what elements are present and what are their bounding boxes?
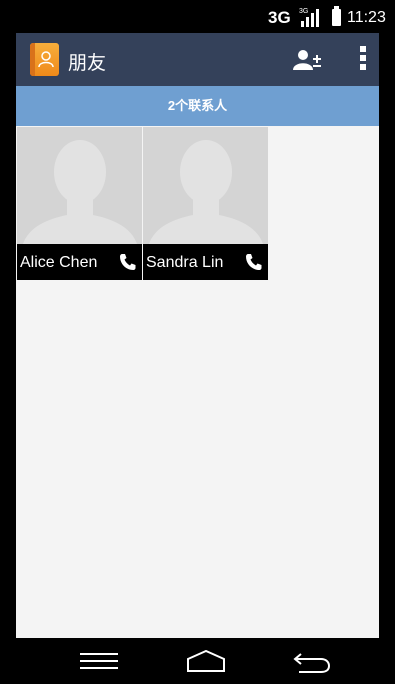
contact-card[interactable]: Sandra Lin [143, 127, 268, 280]
contact-photo [143, 127, 268, 244]
contacts-grid: 2个联系人 Alice Chen Sandra Lin [16, 86, 379, 638]
action-bar: 朋友 [16, 33, 379, 86]
contact-card[interactable]: Alice Chen [17, 127, 142, 280]
battery-icon [332, 6, 341, 26]
menu-icon[interactable] [80, 652, 118, 670]
contacts-book-icon[interactable] [30, 43, 59, 76]
contact-name: Sandra Lin [146, 254, 224, 271]
contact-photo [17, 127, 142, 244]
default-avatar-icon [143, 127, 268, 244]
signal-network-label: 3G [299, 8, 308, 15]
contact-name-bar: Sandra Lin [143, 244, 268, 280]
home-icon[interactable] [186, 650, 226, 672]
page-title: 朋友 [68, 53, 107, 74]
contact-count-header: 2个联系人 [16, 86, 379, 126]
contact-name-bar: Alice Chen [17, 244, 142, 280]
navigation-bar [0, 638, 395, 684]
overflow-menu-icon[interactable] [358, 46, 368, 72]
status-bar: 3G 3G 11:23 [0, 0, 395, 33]
add-contact-icon[interactable] [292, 49, 322, 71]
phone-icon[interactable] [245, 253, 263, 271]
contact-name: Alice Chen [20, 254, 98, 271]
status-time: 11:23 [347, 9, 386, 26]
network-type: 3G [268, 8, 291, 27]
person-outline-icon [38, 51, 54, 68]
signal-strength-icon: 3G [299, 8, 319, 27]
default-avatar-icon [17, 127, 142, 244]
phone-screen: 3G 3G 11:23 朋友 2个联系人 Alice Chen Sandra L… [0, 0, 395, 684]
phone-icon[interactable] [119, 253, 137, 271]
back-icon[interactable] [293, 650, 331, 674]
